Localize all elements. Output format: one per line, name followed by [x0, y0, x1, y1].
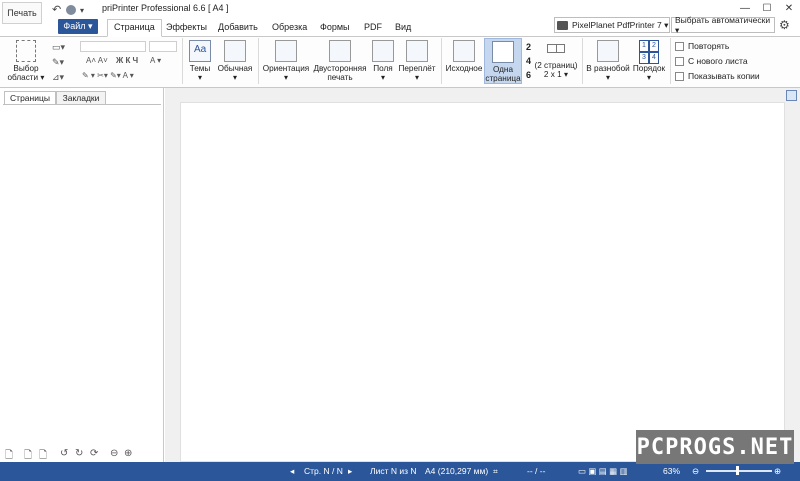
- zoom-out-icon[interactable]: ⊖: [110, 448, 118, 459]
- original-button[interactable]: Исходное: [444, 40, 484, 73]
- show-copies-checkbox[interactable]: Показывать копии: [675, 71, 760, 81]
- zoom-minus-icon[interactable]: ⊖: [692, 466, 699, 477]
- new-sheet-checkbox[interactable]: С нового листа: [675, 56, 748, 66]
- refresh-icon[interactable]: ⟳: [90, 448, 98, 459]
- pen-tool-icon[interactable]: ✎▾: [52, 57, 64, 68]
- minimize-icon[interactable]: —: [734, 1, 756, 15]
- tab-add[interactable]: Добавить: [218, 22, 258, 32]
- themes-icon: Aa: [189, 40, 211, 62]
- binding-button[interactable]: Переплёт ▾: [398, 40, 436, 82]
- binding-icon: [406, 40, 428, 62]
- select-area-icon: [16, 40, 36, 62]
- rotate-left-icon[interactable]: ↺: [60, 448, 68, 459]
- panel-toggle-icon[interactable]: [786, 90, 797, 101]
- next-page-icon[interactable]: ▸: [348, 466, 352, 477]
- themes-button[interactable]: Aa Темы ▾: [186, 40, 214, 82]
- font-grow-icon[interactable]: A˄ A˅: [86, 56, 108, 65]
- scatter-button[interactable]: В разнобой ▾: [586, 40, 630, 82]
- tab-crop[interactable]: Обрезка: [272, 22, 307, 32]
- crop-icon[interactable]: ⌗: [493, 466, 498, 477]
- zoom-level: 63%: [663, 466, 681, 476]
- normal-page-icon: [224, 40, 246, 62]
- printer-name: PixelPlanet PdfPrinter 7 ▾: [572, 19, 669, 30]
- bold-icon[interactable]: Ж К Ч: [116, 56, 138, 65]
- tab-effects[interactable]: Эффекты: [166, 22, 207, 32]
- font-size-input[interactable]: [149, 41, 177, 52]
- margins-button[interactable]: Поля ▾: [370, 40, 396, 82]
- zoom-slider-thumb[interactable]: [736, 466, 739, 475]
- text-align-icon[interactable]: A ▾: [150, 56, 161, 65]
- watermark: PCPROGS.NET: [636, 430, 794, 464]
- window-title: priPrinter Professional 6.6 [ A4 ]: [102, 3, 229, 13]
- page-preview[interactable]: [180, 102, 785, 462]
- prev-page-icon[interactable]: ◂: [290, 466, 294, 477]
- order-button[interactable]: 1 2 3 4 Порядок ▾: [632, 40, 666, 82]
- file-menu-button[interactable]: Файл ▾: [58, 19, 98, 34]
- tab-shapes[interactable]: Формы: [320, 22, 350, 32]
- page-indicator: Стр. N / N: [304, 466, 343, 476]
- shape-tool-icon[interactable]: ▭▾: [52, 42, 65, 53]
- chart-tool-icon[interactable]: ⊿▾: [52, 72, 64, 83]
- globe-icon[interactable]: [66, 5, 76, 15]
- zoom-slider[interactable]: [706, 470, 772, 472]
- paper-source-select[interactable]: Выбрать автоматически ▾: [671, 15, 775, 35]
- two-pages-button[interactable]: (2 страниц) 2 x 1 ▾: [534, 44, 578, 79]
- paper-size: A4 (210,297 мм): [425, 466, 489, 476]
- close-icon[interactable]: ✕: [778, 1, 800, 15]
- tab-page[interactable]: Страница: [107, 19, 162, 37]
- normal-button[interactable]: Обычная ▾: [216, 40, 254, 82]
- sheet-indicator: Лист N из N: [370, 466, 417, 476]
- text-format-icons[interactable]: ✎ ▾ ✂▾ ✎▾ A ▾: [82, 71, 134, 80]
- maximize-icon[interactable]: ☐: [756, 1, 778, 15]
- coordinates: -- / --: [527, 466, 546, 476]
- tab-view[interactable]: Вид: [395, 22, 411, 32]
- quick-access-dropdown-icon[interactable]: ▾: [80, 6, 84, 15]
- printer-select[interactable]: PixelPlanet PdfPrinter 7 ▾: [554, 17, 670, 33]
- select-area-button[interactable]: Выбор области ▾: [4, 40, 48, 82]
- two-pages-icon: [547, 44, 565, 53]
- zoom-plus-icon[interactable]: ⊕: [774, 466, 781, 477]
- margins-icon: [372, 40, 394, 62]
- one-page-icon: [492, 41, 514, 63]
- one-page-button[interactable]: Одна страница: [484, 38, 522, 84]
- view-mode-icons[interactable]: ▭ ▣ ▤ ▦ ▥: [578, 466, 628, 477]
- orientation-icon: [275, 40, 297, 62]
- order-icon: 1 2 3 4: [639, 40, 659, 64]
- zoom-in-icon[interactable]: ⊕: [124, 448, 132, 459]
- tab-bookmarks[interactable]: Закладки: [56, 91, 106, 105]
- gear-icon[interactable]: ⚙: [779, 18, 790, 32]
- original-icon: [453, 40, 475, 62]
- duplex-icon: [329, 40, 351, 62]
- undo-icon[interactable]: ↶: [52, 3, 61, 16]
- duplex-button[interactable]: Двусторонняя печать: [312, 40, 368, 82]
- repeat-checkbox[interactable]: Повторять: [675, 41, 729, 51]
- rotate-right-icon[interactable]: ↻: [75, 448, 83, 459]
- tab-pages[interactable]: Страницы: [4, 91, 56, 105]
- panel-divider: [3, 104, 161, 105]
- font-name-input[interactable]: [80, 41, 146, 52]
- scatter-icon: [597, 40, 619, 62]
- orientation-button[interactable]: Ориентация ▾: [262, 40, 310, 82]
- printer-icon: [557, 20, 568, 30]
- print-button[interactable]: Печать: [2, 2, 42, 24]
- pages-per-sheet-numbers[interactable]: 2 4 6: [526, 40, 531, 82]
- pages-panel: [0, 88, 164, 462]
- status-bar: ◂ Стр. N / N ▸ Лист N из N A4 (210,297 м…: [0, 462, 800, 481]
- tab-pdf[interactable]: PDF: [364, 22, 382, 32]
